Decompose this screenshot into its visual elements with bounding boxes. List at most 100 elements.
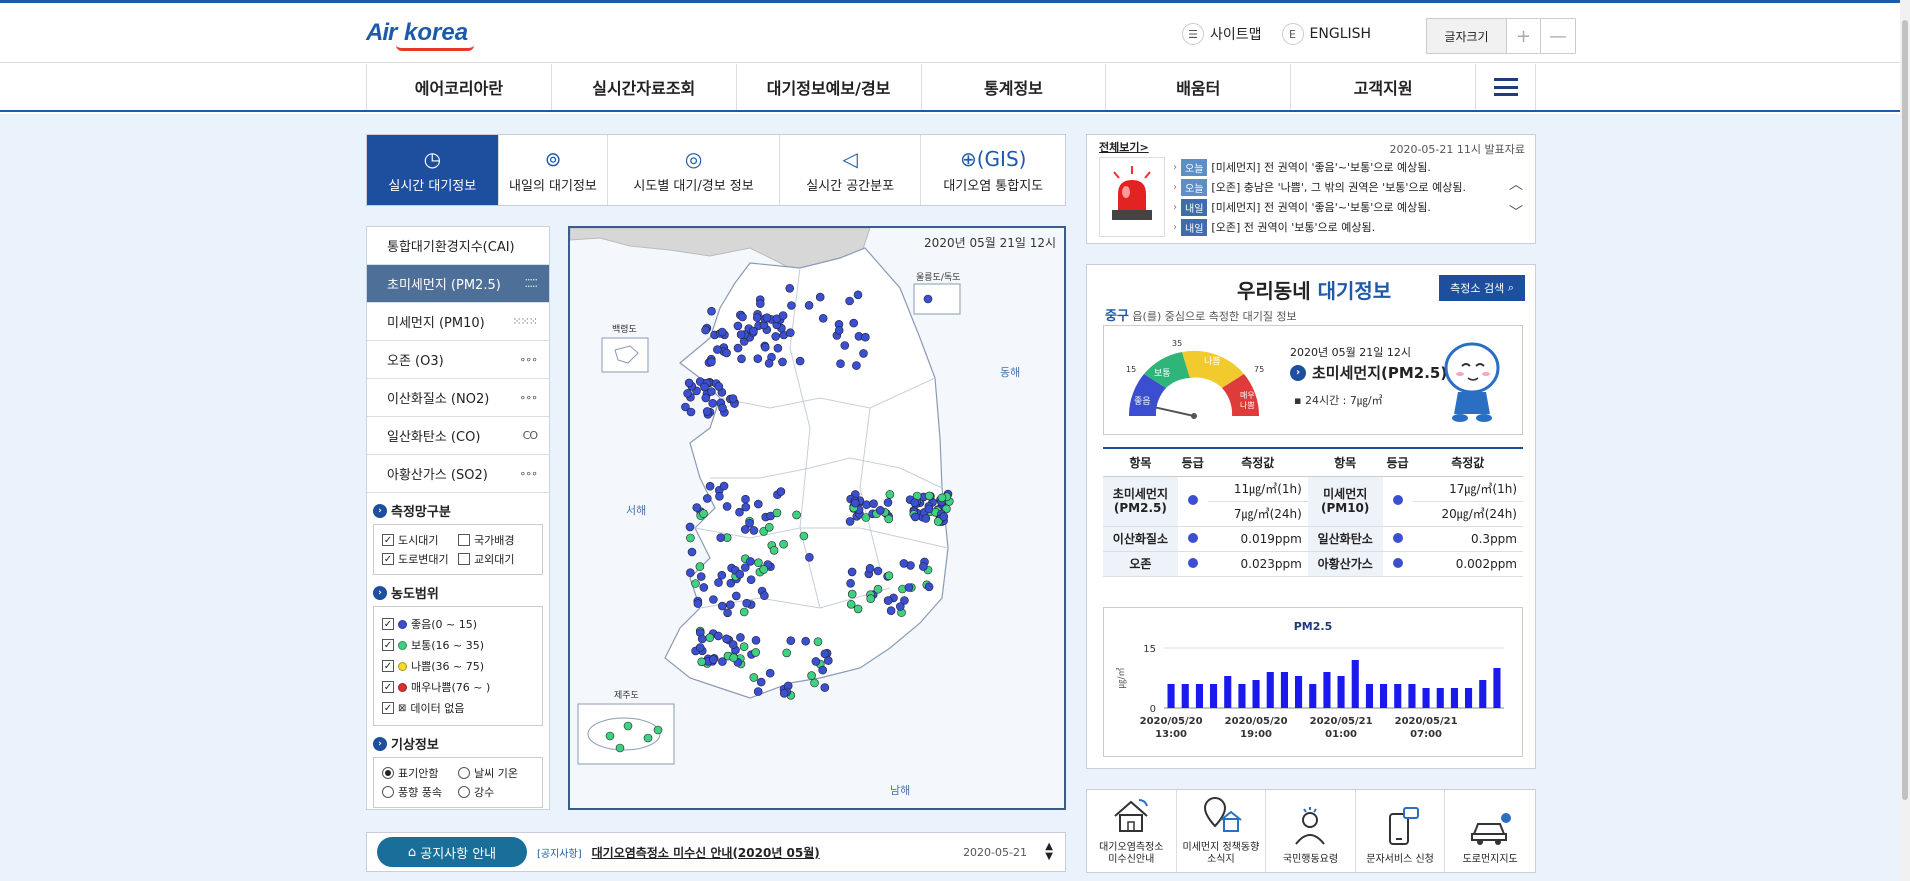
pollutant-item-6[interactable]: 아황산가스 (SO2) ∘∘∘	[367, 455, 549, 493]
station-dot[interactable]	[849, 318, 859, 328]
chart-bar[interactable]	[1380, 684, 1388, 708]
chart-bar[interactable]	[1351, 660, 1359, 708]
checkbox[interactable]: ✓	[382, 618, 394, 630]
chart-bar[interactable]	[1252, 680, 1260, 708]
station-dot[interactable]	[840, 341, 850, 350]
station-dot[interactable]	[813, 637, 823, 647]
station-dot[interactable]	[728, 640, 738, 649]
chart-bar[interactable]	[1479, 680, 1487, 708]
station-dot[interactable]	[852, 361, 861, 370]
station-dot[interactable]	[937, 493, 947, 503]
station-dot[interactable]	[733, 343, 743, 353]
nav-forecast[interactable]: 대기정보예보/경보	[737, 64, 922, 110]
station-dot[interactable]	[899, 559, 909, 568]
station-dot[interactable]	[834, 326, 844, 335]
chart-bar[interactable]	[1167, 684, 1175, 708]
station-dot[interactable]	[702, 407, 712, 416]
chart-bar[interactable]	[1195, 684, 1203, 708]
station-dot[interactable]	[846, 578, 855, 588]
station-dot[interactable]	[869, 499, 878, 509]
weather-option-2[interactable]: 풍향 풍속	[382, 784, 458, 800]
station-dot[interactable]	[700, 382, 709, 392]
station-dot[interactable]	[765, 668, 775, 678]
station-dot[interactable]	[708, 399, 717, 408]
station-dot[interactable]	[866, 594, 876, 604]
station-dot[interactable]	[733, 321, 743, 331]
checkbox[interactable]: ✓	[382, 681, 394, 693]
station-dot[interactable]	[756, 299, 765, 308]
chart-bar[interactable]	[1436, 688, 1444, 708]
pollutant-item-3[interactable]: 오존 (O3) ∘∘∘	[367, 341, 549, 379]
station-dot[interactable]	[709, 655, 718, 664]
station-dot[interactable]	[714, 631, 723, 641]
station-dot[interactable]	[845, 517, 855, 526]
news-item[interactable]: › 내일 [미세먼지] 전 권역이 '좋음'~'보통'으로 예상됨.	[1173, 197, 1503, 217]
station-dot[interactable]	[683, 389, 692, 398]
station-dot[interactable]	[713, 345, 722, 354]
station-dot[interactable]	[723, 608, 732, 618]
station-dot[interactable]	[746, 575, 756, 585]
notice-title-link[interactable]: 대기오염측정소 미수신 안내(2020년 05월)	[592, 844, 820, 861]
station-dot[interactable]	[701, 393, 711, 403]
station-dot[interactable]	[921, 514, 931, 523]
station-dot[interactable]	[705, 633, 715, 643]
network-option-0[interactable]: ✓ 도시대기	[382, 532, 458, 548]
station-dot[interactable]	[695, 643, 705, 652]
station-dot[interactable]	[705, 481, 715, 491]
station-dot[interactable]	[722, 348, 731, 358]
station-dot[interactable]	[792, 510, 801, 520]
chart-bar[interactable]	[1210, 684, 1218, 708]
station-dot[interactable]	[765, 522, 774, 532]
chart-bar[interactable]	[1295, 676, 1303, 708]
station-dot[interactable]	[739, 642, 749, 652]
station-dot[interactable]	[715, 491, 724, 501]
station-dot[interactable]	[653, 725, 663, 735]
font-decrease-button[interactable]: —	[1541, 19, 1575, 53]
station-dot[interactable]	[696, 572, 706, 581]
station-dot[interactable]	[769, 545, 779, 555]
station-dot[interactable]	[895, 602, 905, 611]
station-dot[interactable]	[605, 731, 615, 741]
station-dot[interactable]	[735, 569, 745, 579]
range-option-3[interactable]: ✓ 매우나쁨(76 ~ )	[382, 679, 534, 695]
nav-about[interactable]: 에어코리아란	[367, 64, 552, 110]
checkbox[interactable]: ✓	[382, 553, 394, 565]
pollutant-item-0[interactable]: 통합대기환경지수(CAI)	[367, 227, 549, 265]
station-dot[interactable]	[884, 514, 894, 524]
quick-link-4[interactable]: 도로먼지지도	[1445, 790, 1535, 872]
station-dot[interactable]	[751, 635, 761, 645]
chart-bar[interactable]	[1365, 684, 1373, 708]
station-dot[interactable]	[687, 547, 697, 557]
station-dot[interactable]	[737, 354, 746, 364]
range-option-4[interactable]: ✓ ⊠ 데이터 없음	[382, 700, 534, 716]
news-view-all-link[interactable]: 전체보기>	[1099, 139, 1149, 155]
checkbox[interactable]: ✓	[382, 702, 394, 714]
station-dot[interactable]	[782, 648, 791, 658]
station-dot[interactable]	[859, 349, 868, 358]
station-dot[interactable]	[820, 683, 830, 692]
station-dot[interactable]	[615, 743, 625, 753]
chart-bar[interactable]	[1181, 684, 1189, 708]
station-dot[interactable]	[709, 595, 718, 604]
station-dot[interactable]	[745, 518, 754, 528]
station-dot[interactable]	[753, 687, 763, 696]
station-dot[interactable]	[703, 494, 712, 503]
news-item[interactable]: › 오늘 [미세먼지] 전 권역이 '좋음'~'보통'으로 예상됨.	[1173, 157, 1503, 177]
station-dot[interactable]	[714, 578, 723, 587]
station-dot[interactable]	[853, 604, 863, 614]
tab-1[interactable]: ⊚ 내일의 대기정보	[499, 135, 609, 205]
checkbox[interactable]	[458, 534, 470, 546]
station-dot[interactable]	[910, 512, 920, 522]
font-increase-button[interactable]: +	[1507, 19, 1541, 53]
quick-link-0[interactable]: 대기오염측정소 미수신안내	[1087, 790, 1177, 872]
station-dot[interactable]	[923, 294, 933, 304]
station-dot[interactable]	[718, 403, 727, 413]
radio-button[interactable]	[382, 767, 394, 779]
station-dot[interactable]	[754, 499, 763, 509]
station-dot[interactable]	[785, 283, 794, 293]
radio-button[interactable]	[458, 767, 470, 779]
station-dot[interactable]	[804, 301, 814, 310]
checkbox[interactable]	[458, 553, 470, 565]
station-dot[interactable]	[779, 688, 789, 698]
station-dot[interactable]	[778, 357, 787, 367]
